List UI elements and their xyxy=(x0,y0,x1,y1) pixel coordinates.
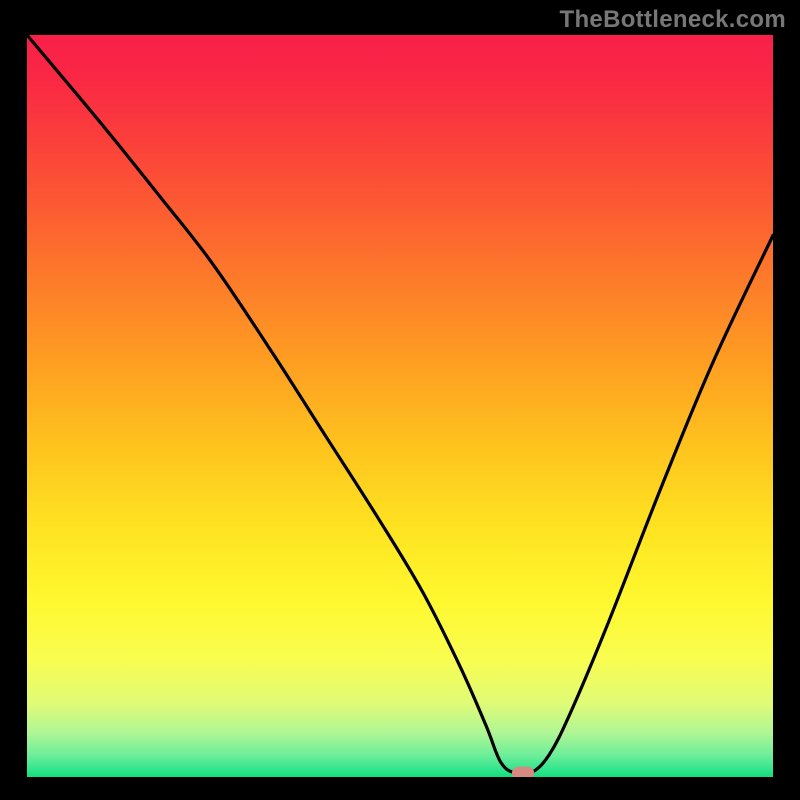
chart-container: TheBottleneck.com xyxy=(0,0,800,800)
watermark-label: TheBottleneck.com xyxy=(560,6,786,34)
gradient-background xyxy=(27,35,773,777)
plot-area xyxy=(27,35,773,777)
optimal-marker xyxy=(512,767,534,777)
chart-svg xyxy=(27,35,773,777)
